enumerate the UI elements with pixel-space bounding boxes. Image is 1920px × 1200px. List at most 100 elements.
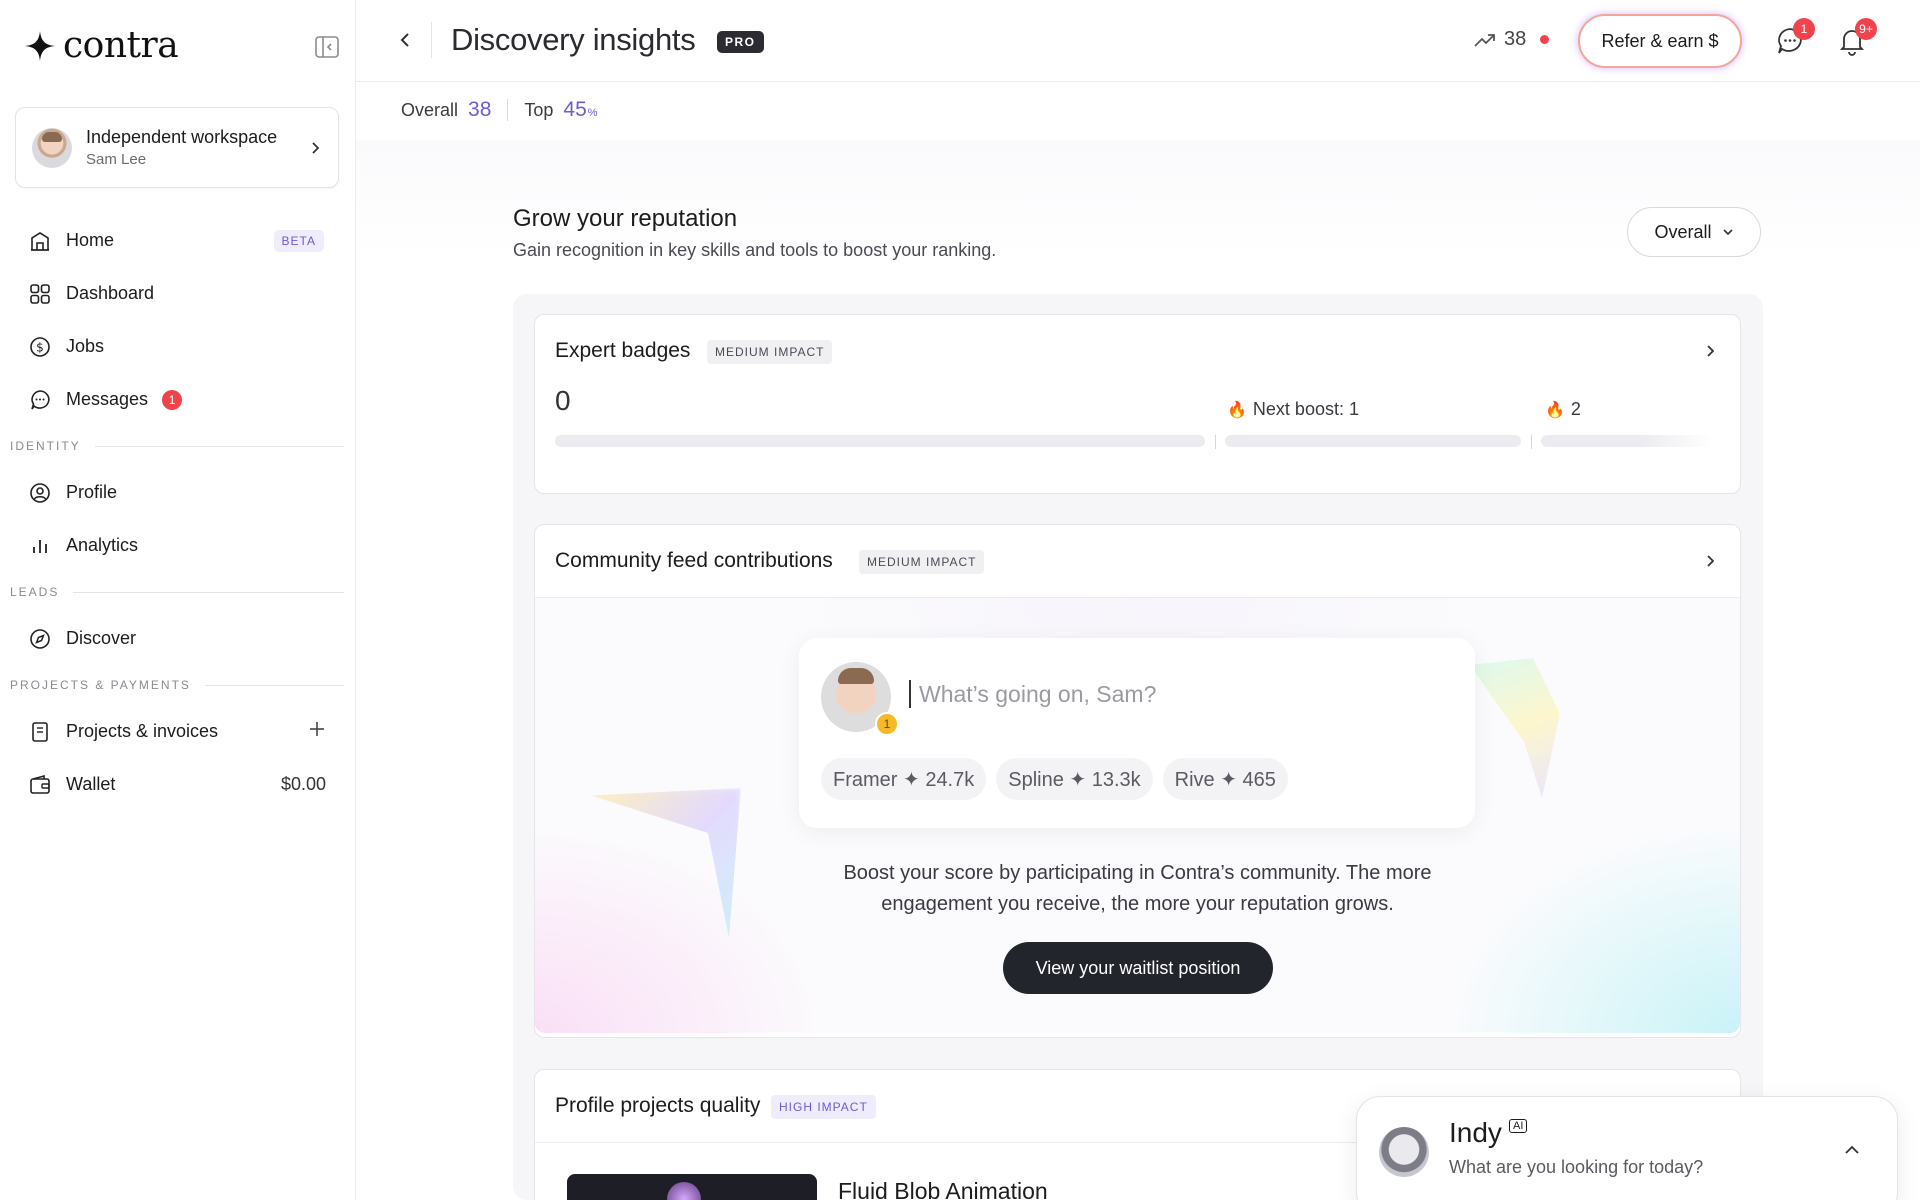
dashboard-icon	[28, 282, 52, 306]
wallet-balance: $0.00	[280, 774, 326, 794]
card-title: Community feed contributions	[555, 549, 833, 572]
workspace-user: Sam Lee	[86, 151, 147, 168]
sidebar-item-jobs[interactable]: $ Jobs	[0, 320, 356, 373]
score-indicator[interactable]: 38	[1474, 28, 1550, 51]
decorative-prism	[1470, 658, 1560, 798]
post-composer[interactable]: 1 What’s going on, Sam? Framer ✦ 24.7k S…	[799, 638, 1475, 828]
community-feed-card: Community feed contributions MEDIUM IMPA…	[534, 524, 1741, 1038]
community-description: Boost your score by participating in Con…	[843, 862, 1432, 915]
sidebar-item-home[interactable]: Home BETA	[0, 214, 356, 267]
beta-badge: BETA	[273, 229, 324, 252]
notifications-badge: 9+	[1855, 18, 1877, 40]
user-circle-icon	[28, 481, 52, 505]
top-unit: %	[587, 107, 598, 119]
score-value: 38	[1504, 28, 1527, 50]
refer-earn-button[interactable]: Refer & earn $	[1578, 14, 1742, 68]
sidebar-item-label: Analytics	[66, 535, 139, 555]
assistant-prompt: What are you looking for today?	[1449, 1157, 1704, 1177]
sidebar-item-label: Projects & invoices	[66, 721, 219, 741]
messages-count-badge: 1	[162, 389, 183, 410]
filter-value: Overall	[1654, 221, 1712, 242]
add-project-icon[interactable]	[308, 720, 326, 743]
section-leads: LEADS	[0, 572, 356, 612]
tool-chip[interactable]: Rive ✦ 465	[1162, 758, 1288, 800]
pro-badge: PRO	[717, 31, 764, 53]
next-level-label: 🔥 2	[1545, 399, 1581, 419]
top-header: Discovery insights PRO 38 Refer & earn $…	[356, 0, 1920, 82]
project-thumbnail[interactable]	[567, 1174, 817, 1200]
section-projects-payments: PROJECTS & PAYMENTS	[0, 665, 356, 705]
chevron-down-icon	[1722, 229, 1733, 236]
score-alert-dot	[1540, 35, 1550, 44]
section-subtitle: Gain recognition in key skills and tools…	[513, 240, 997, 260]
fire-icon: 🔥	[1227, 401, 1247, 419]
indy-assistant-widget[interactable]: Indy AI What are you looking for today?	[1356, 1096, 1898, 1200]
page-title: Discovery insights	[451, 22, 696, 57]
expert-badges-card[interactable]: Expert badges MEDIUM IMPACT 0 🔥 Next boos…	[534, 314, 1741, 494]
sidebar-item-label: Jobs	[66, 336, 105, 356]
workspace-switcher[interactable]: Independent workspace Sam Lee	[15, 107, 339, 188]
community-promo-area: 1 What’s going on, Sam? Framer ✦ 24.7k S…	[535, 597, 1740, 1033]
home-icon	[28, 229, 52, 253]
sidebar-item-dashboard[interactable]: Dashboard	[0, 267, 356, 320]
contra-star-icon	[25, 31, 55, 61]
overall-filter-dropdown[interactable]: Overall	[1627, 207, 1761, 257]
sidebar-item-projects[interactable]: Projects & invoices	[0, 705, 356, 758]
sidebar-item-label: Dashboard	[66, 283, 155, 303]
view-waitlist-button[interactable]: View your waitlist position	[1003, 942, 1273, 994]
sidebar-item-label: Profile	[66, 482, 118, 502]
badge-count: 0	[555, 385, 571, 416]
bar-chart-icon	[28, 534, 52, 558]
fire-icon: 🔥	[1545, 401, 1565, 419]
assistant-name: Indy	[1449, 1117, 1502, 1148]
trending-up-icon	[1474, 33, 1495, 47]
main-nav: Home BETA Dashboard $ Jobs Messages 1 ID…	[0, 214, 356, 811]
sidebar-item-label: Messages	[66, 389, 149, 409]
progress-tick	[1531, 435, 1532, 449]
ai-badge: AI	[1509, 1119, 1528, 1133]
progress-segment	[1225, 435, 1521, 447]
compass-icon	[28, 627, 52, 651]
sidebar-item-label: Discover	[66, 628, 137, 648]
workspace-title: Independent workspace	[86, 127, 278, 147]
astronaut-avatar-icon	[1379, 1127, 1429, 1177]
sidebar-item-wallet[interactable]: Wallet $0.00	[0, 758, 356, 811]
chevron-up-icon[interactable]	[1843, 1141, 1861, 1159]
post-input[interactable]: What’s going on, Sam?	[909, 680, 1156, 708]
contra-logo[interactable]: contra	[25, 28, 179, 64]
progress-segment	[1541, 435, 1711, 447]
tool-chips: Framer ✦ 24.7k Spline ✦ 13.3k Rive ✦ 465	[821, 758, 1288, 800]
section-identity: IDENTITY	[0, 426, 356, 466]
sidebar-item-profile[interactable]: Profile	[0, 466, 356, 519]
back-arrow-icon[interactable]	[396, 30, 416, 50]
next-boost-label: 🔥 Next boost: 1	[1227, 399, 1359, 419]
impact-badge: MEDIUM IMPACT	[707, 340, 833, 364]
notifications-button[interactable]: 9+	[1837, 18, 1877, 56]
chevron-right-icon	[312, 141, 320, 154]
level-badge: 1	[875, 712, 899, 736]
tool-chip[interactable]: Framer ✦ 24.7k	[821, 758, 987, 800]
progress-tick	[1215, 435, 1216, 449]
svg-text:$: $	[36, 340, 44, 354]
impact-badge: MEDIUM IMPACT	[859, 550, 985, 574]
chevron-right-icon[interactable]	[1702, 553, 1718, 569]
card-title: Expert badges	[555, 339, 691, 362]
overall-value: 38	[468, 98, 492, 121]
project-name[interactable]: Fluid Blob Animation	[838, 1178, 1048, 1200]
sidebar-item-discover[interactable]: Discover	[0, 612, 356, 665]
sidebar-item-messages[interactable]: Messages 1	[0, 373, 356, 426]
top-value: 45	[563, 98, 587, 121]
tool-chip[interactable]: Spline ✦ 13.3k	[996, 758, 1153, 800]
message-icon	[28, 388, 52, 412]
sidebar-item-label: Wallet	[66, 774, 116, 794]
avatar	[32, 127, 72, 168]
messages-header-button[interactable]: 1	[1775, 18, 1815, 56]
collapse-sidebar-icon[interactable]	[314, 34, 340, 60]
sidebar: contra Independent workspace Sam Lee Hom…	[0, 0, 356, 1200]
overall-label: Overall	[401, 100, 459, 120]
top-label: Top	[524, 100, 554, 120]
progress-segment	[555, 435, 1205, 447]
card-title: Profile projects quality	[555, 1094, 761, 1117]
chevron-right-icon	[1707, 345, 1715, 357]
sidebar-item-analytics[interactable]: Analytics	[0, 519, 356, 572]
